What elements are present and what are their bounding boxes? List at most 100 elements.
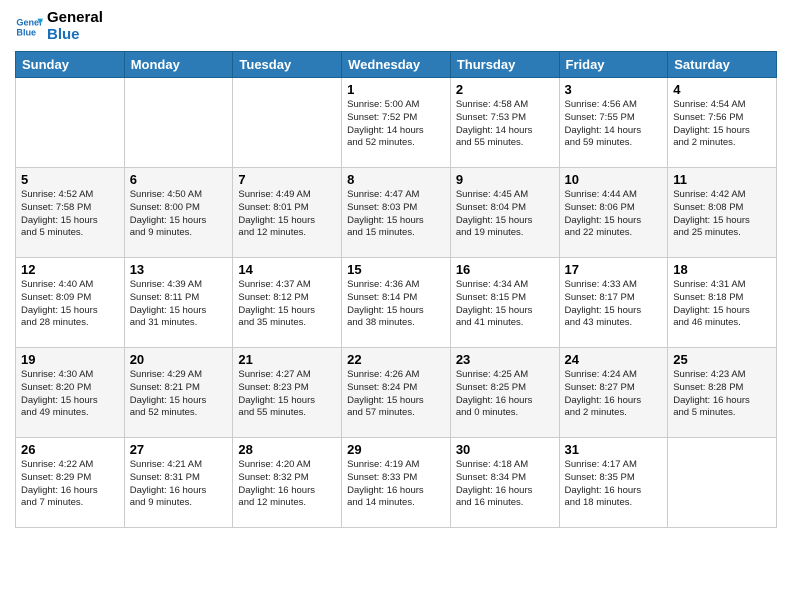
- day-cell: 24 Sunrise: 4:24 AM Sunset: 8:27 PM Dayli…: [559, 348, 668, 438]
- day-cell: 21 Sunrise: 4:27 AM Sunset: 8:23 PM Dayli…: [233, 348, 342, 438]
- day-number: 11: [673, 172, 771, 187]
- day-info: Sunrise: 4:29 AM Sunset: 8:21 PM Dayligh…: [130, 369, 228, 420]
- header-row: SundayMondayTuesdayWednesdayThursdayFrid…: [16, 52, 777, 78]
- logo-line1: General: [47, 10, 103, 27]
- day-info: Sunrise: 4:52 AM Sunset: 7:58 PM Dayligh…: [21, 189, 119, 240]
- logo-line2: Blue: [47, 27, 103, 44]
- day-number: 28: [238, 442, 336, 457]
- day-cell: 8 Sunrise: 4:47 AM Sunset: 8:03 PM Daylig…: [342, 168, 451, 258]
- day-number: 2: [456, 82, 554, 97]
- day-info: Sunrise: 4:30 AM Sunset: 8:20 PM Dayligh…: [21, 369, 119, 420]
- week-row-1: 1Sunrise: 5:00 AM Sunset: 7:52 PM Daylig…: [16, 78, 777, 168]
- day-info: Sunrise: 4:31 AM Sunset: 8:18 PM Dayligh…: [673, 279, 771, 330]
- day-header-sunday: Sunday: [16, 52, 125, 78]
- day-number: 18: [673, 262, 771, 277]
- day-number: 29: [347, 442, 445, 457]
- day-cell: 29 Sunrise: 4:19 AM Sunset: 8:33 PM Dayli…: [342, 438, 451, 528]
- logo: General Blue General Blue: [15, 10, 103, 43]
- day-info: Sunrise: 5:00 AM Sunset: 7:52 PM Dayligh…: [347, 99, 445, 150]
- day-info: Sunrise: 4:36 AM Sunset: 8:14 PM Dayligh…: [347, 279, 445, 330]
- day-info: Sunrise: 4:22 AM Sunset: 8:29 PM Dayligh…: [21, 459, 119, 510]
- day-number: 27: [130, 442, 228, 457]
- day-number: 3: [565, 82, 663, 97]
- day-number: 10: [565, 172, 663, 187]
- day-info: Sunrise: 4:25 AM Sunset: 8:25 PM Dayligh…: [456, 369, 554, 420]
- day-info: Sunrise: 4:24 AM Sunset: 8:27 PM Dayligh…: [565, 369, 663, 420]
- day-cell: 1Sunrise: 5:00 AM Sunset: 7:52 PM Daylig…: [342, 78, 451, 168]
- day-cell: 22 Sunrise: 4:26 AM Sunset: 8:24 PM Dayli…: [342, 348, 451, 438]
- day-number: 25: [673, 352, 771, 367]
- day-header-saturday: Saturday: [668, 52, 777, 78]
- day-cell: 15 Sunrise: 4:36 AM Sunset: 8:14 PM Dayli…: [342, 258, 451, 348]
- day-number: 16: [456, 262, 554, 277]
- day-number: 13: [130, 262, 228, 277]
- day-cell: 20Sunrise: 4:29 AM Sunset: 8:21 PM Dayli…: [124, 348, 233, 438]
- day-number: 15: [347, 262, 445, 277]
- day-number: 19: [21, 352, 119, 367]
- day-number: 24: [565, 352, 663, 367]
- week-row-3: 12Sunrise: 4:40 AM Sunset: 8:09 PM Dayli…: [16, 258, 777, 348]
- day-cell: 3Sunrise: 4:56 AM Sunset: 7:55 PM Daylig…: [559, 78, 668, 168]
- day-number: 9: [456, 172, 554, 187]
- day-cell: 30 Sunrise: 4:18 AM Sunset: 8:34 PM Dayli…: [450, 438, 559, 528]
- day-info: Sunrise: 4:27 AM Sunset: 8:23 PM Dayligh…: [238, 369, 336, 420]
- day-info: Sunrise: 4:47 AM Sunset: 8:03 PM Dayligh…: [347, 189, 445, 240]
- day-info: Sunrise: 4:17 AM Sunset: 8:35 PM Dayligh…: [565, 459, 663, 510]
- day-info: Sunrise: 4:42 AM Sunset: 8:08 PM Dayligh…: [673, 189, 771, 240]
- day-info: Sunrise: 4:54 AM Sunset: 7:56 PM Dayligh…: [673, 99, 771, 150]
- day-cell: 23 Sunrise: 4:25 AM Sunset: 8:25 PM Dayli…: [450, 348, 559, 438]
- day-number: 22: [347, 352, 445, 367]
- day-cell: 13 Sunrise: 4:39 AM Sunset: 8:11 PM Dayli…: [124, 258, 233, 348]
- day-info: Sunrise: 4:50 AM Sunset: 8:00 PM Dayligh…: [130, 189, 228, 240]
- day-info: Sunrise: 4:44 AM Sunset: 8:06 PM Dayligh…: [565, 189, 663, 240]
- day-cell: 4 Sunrise: 4:54 AM Sunset: 7:56 PM Daylig…: [668, 78, 777, 168]
- day-info: Sunrise: 4:20 AM Sunset: 8:32 PM Dayligh…: [238, 459, 336, 510]
- day-info: Sunrise: 4:26 AM Sunset: 8:24 PM Dayligh…: [347, 369, 445, 420]
- svg-text:Blue: Blue: [16, 27, 36, 37]
- day-number: 30: [456, 442, 554, 457]
- day-info: Sunrise: 4:34 AM Sunset: 8:15 PM Dayligh…: [456, 279, 554, 330]
- day-number: 14: [238, 262, 336, 277]
- day-number: 21: [238, 352, 336, 367]
- day-header-thursday: Thursday: [450, 52, 559, 78]
- day-info: Sunrise: 4:19 AM Sunset: 8:33 PM Dayligh…: [347, 459, 445, 510]
- day-number: 17: [565, 262, 663, 277]
- day-info: Sunrise: 4:23 AM Sunset: 8:28 PM Dayligh…: [673, 369, 771, 420]
- day-number: 23: [456, 352, 554, 367]
- logo-icon: General Blue: [15, 13, 43, 41]
- day-cell: 2 Sunrise: 4:58 AM Sunset: 7:53 PM Daylig…: [450, 78, 559, 168]
- day-cell: [16, 78, 125, 168]
- day-cell: 7 Sunrise: 4:49 AM Sunset: 8:01 PM Daylig…: [233, 168, 342, 258]
- day-number: 5: [21, 172, 119, 187]
- day-number: 4: [673, 82, 771, 97]
- day-info: Sunrise: 4:58 AM Sunset: 7:53 PM Dayligh…: [456, 99, 554, 150]
- day-info: Sunrise: 4:21 AM Sunset: 8:31 PM Dayligh…: [130, 459, 228, 510]
- day-info: Sunrise: 4:40 AM Sunset: 8:09 PM Dayligh…: [21, 279, 119, 330]
- day-info: Sunrise: 4:37 AM Sunset: 8:12 PM Dayligh…: [238, 279, 336, 330]
- day-header-friday: Friday: [559, 52, 668, 78]
- day-cell: 16 Sunrise: 4:34 AM Sunset: 8:15 PM Dayli…: [450, 258, 559, 348]
- day-cell: 26 Sunrise: 4:22 AM Sunset: 8:29 PM Dayli…: [16, 438, 125, 528]
- day-number: 26: [21, 442, 119, 457]
- week-row-4: 19 Sunrise: 4:30 AM Sunset: 8:20 PM Dayli…: [16, 348, 777, 438]
- calendar-table: SundayMondayTuesdayWednesdayThursdayFrid…: [15, 51, 777, 528]
- day-cell: 18 Sunrise: 4:31 AM Sunset: 8:18 PM Dayli…: [668, 258, 777, 348]
- day-info: Sunrise: 4:18 AM Sunset: 8:34 PM Dayligh…: [456, 459, 554, 510]
- day-cell: 17Sunrise: 4:33 AM Sunset: 8:17 PM Dayli…: [559, 258, 668, 348]
- day-number: 31: [565, 442, 663, 457]
- header: General Blue General Blue: [15, 10, 777, 43]
- day-number: 7: [238, 172, 336, 187]
- day-cell: 9Sunrise: 4:45 AM Sunset: 8:04 PM Daylig…: [450, 168, 559, 258]
- day-number: 6: [130, 172, 228, 187]
- day-number: 8: [347, 172, 445, 187]
- day-header-tuesday: Tuesday: [233, 52, 342, 78]
- day-cell: [668, 438, 777, 528]
- day-cell: 14 Sunrise: 4:37 AM Sunset: 8:12 PM Dayli…: [233, 258, 342, 348]
- day-cell: [233, 78, 342, 168]
- day-cell: 19 Sunrise: 4:30 AM Sunset: 8:20 PM Dayli…: [16, 348, 125, 438]
- day-cell: [124, 78, 233, 168]
- day-info: Sunrise: 4:39 AM Sunset: 8:11 PM Dayligh…: [130, 279, 228, 330]
- day-info: Sunrise: 4:49 AM Sunset: 8:01 PM Dayligh…: [238, 189, 336, 240]
- week-row-5: 26 Sunrise: 4:22 AM Sunset: 8:29 PM Dayli…: [16, 438, 777, 528]
- day-header-wednesday: Wednesday: [342, 52, 451, 78]
